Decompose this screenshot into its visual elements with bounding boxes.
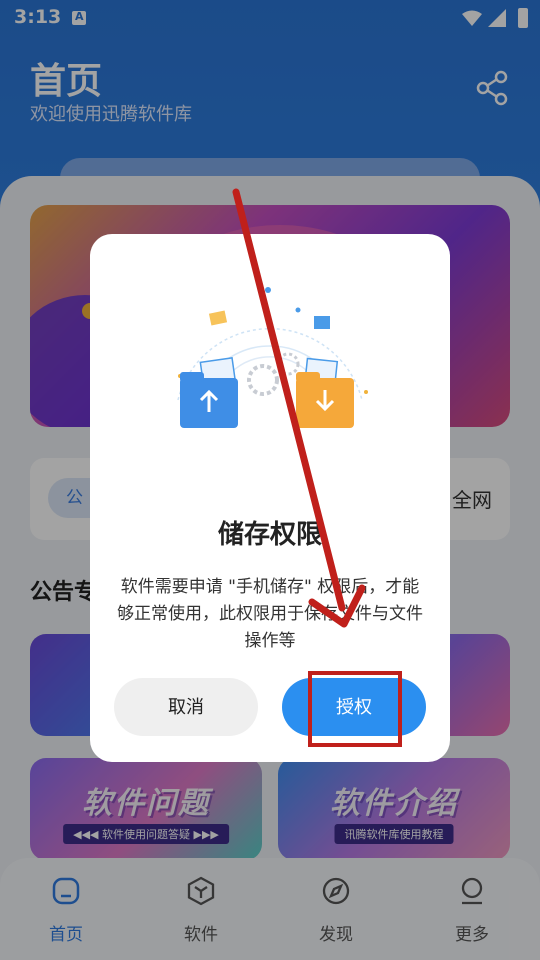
permission-dialog: 储存权限 软件需要申请 "手机储存" 权限后，才能够正常使用，此权限用于保存文件…	[90, 234, 450, 762]
storage-illustration-icon	[177, 287, 368, 428]
authorize-button[interactable]: 授权	[282, 678, 426, 736]
dialog-title: 储存权限	[217, 520, 322, 550]
dialog-message: 软件需要申请 "手机储存" 权限后，才能够正常使用，此权限用于保存文件与文件操作…	[117, 577, 423, 651]
cancel-button[interactable]: 取消	[114, 678, 258, 736]
